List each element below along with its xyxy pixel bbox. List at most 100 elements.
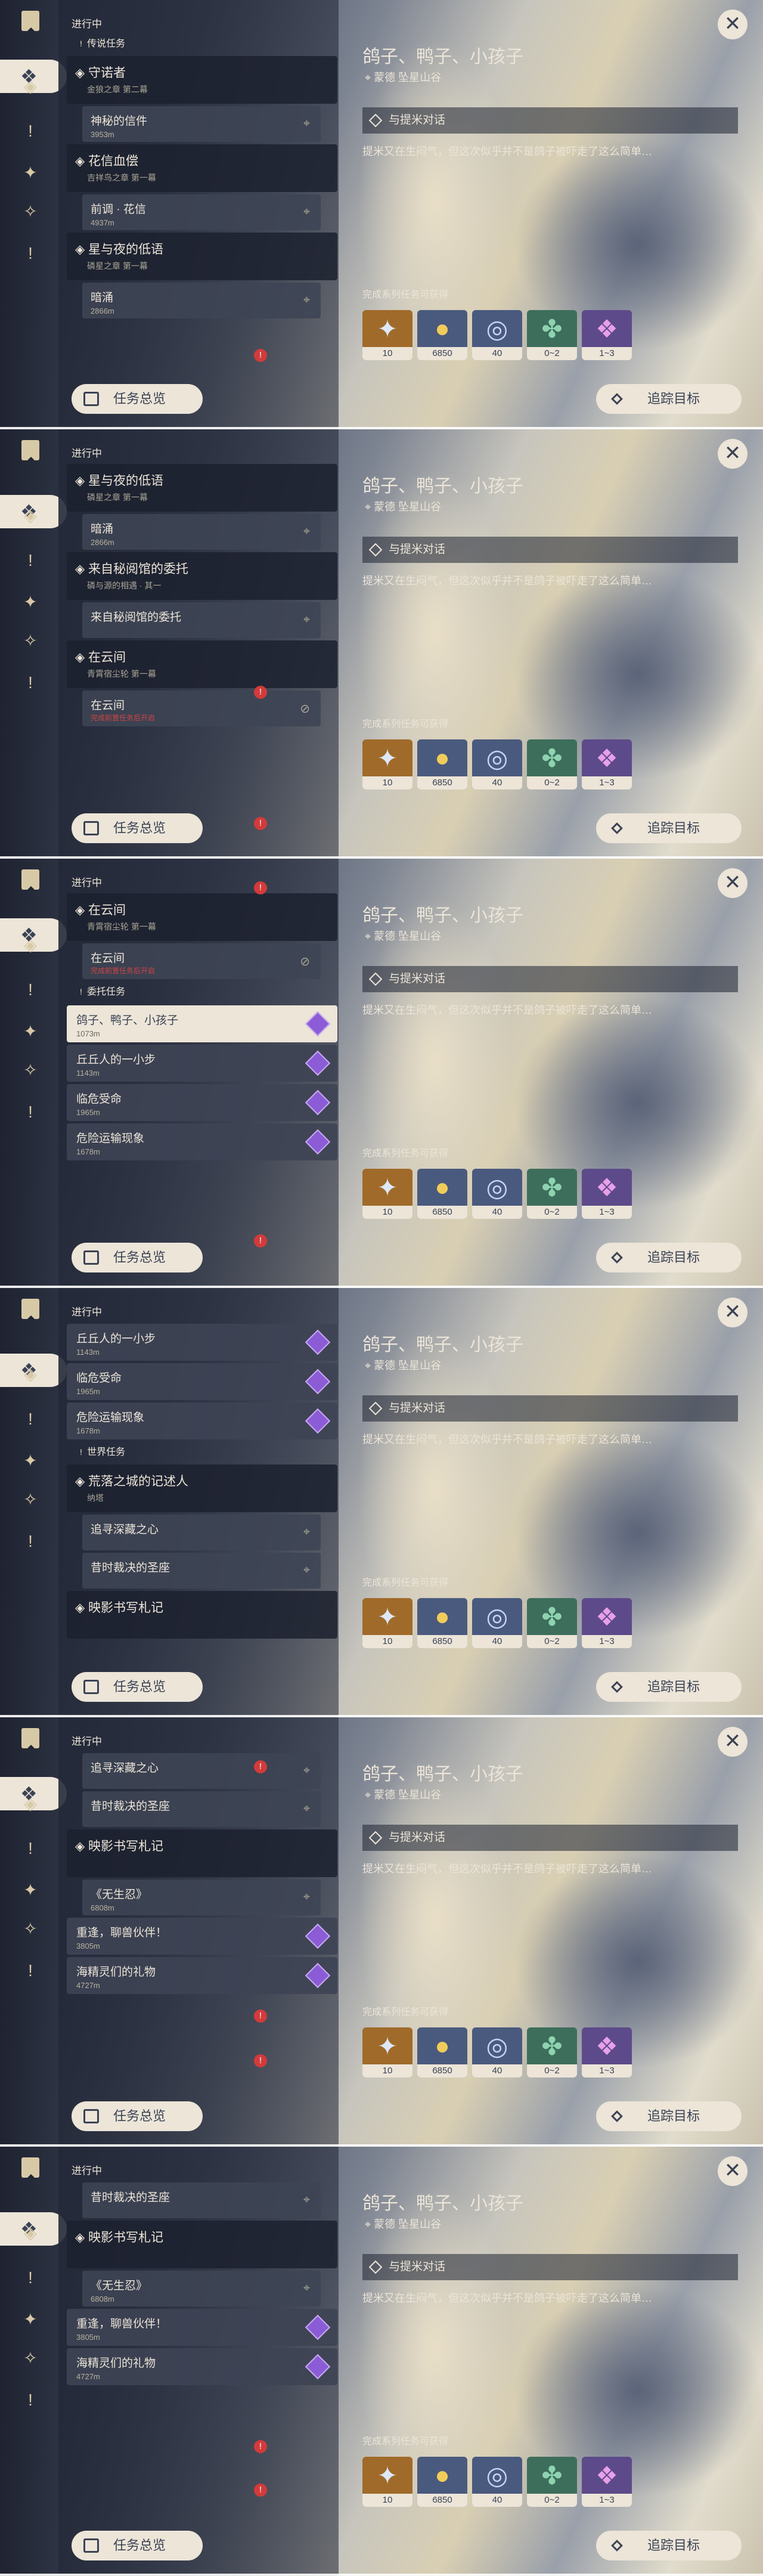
- mora-reward[interactable]: ● 6850: [417, 1169, 467, 1219]
- quest-group[interactable]: ◈ 映影书写札记: [67, 2221, 337, 2268]
- diamond-icon[interactable]: ◈: [21, 1795, 39, 1813]
- star-icon[interactable]: ✧: [21, 203, 39, 221]
- commission-item[interactable]: 海精灵们的礼物 4727m: [67, 1957, 337, 1994]
- commission-item[interactable]: 临危受命 1965m: [67, 1363, 337, 1400]
- quest-step[interactable]: 在云间 完成前置任务后开启 ⊘: [82, 943, 321, 979]
- location-pin-icon[interactable]: ⌖: [303, 1890, 310, 1904]
- location-pin-icon[interactable]: ⌖: [303, 293, 310, 307]
- bang-icon[interactable]: !: [21, 1410, 39, 1428]
- commission-item[interactable]: 临危受命 1965m: [67, 1084, 337, 1121]
- quest-step[interactable]: 昔时裁决的圣座 ⌖: [82, 1553, 321, 1589]
- track-objective-button[interactable]: 追踪目标: [596, 384, 742, 414]
- location-pin-icon[interactable]: ⌖: [303, 1764, 310, 1778]
- quest-step[interactable]: 神秘的信件 3953m ⌖: [82, 106, 321, 142]
- commission-item[interactable]: 重逢，聊兽伙伴！ 3805m: [67, 1918, 337, 1955]
- compass-icon[interactable]: ✦: [21, 1452, 39, 1470]
- quest-overview-button[interactable]: 任务总览: [72, 2101, 203, 2131]
- bang-icon[interactable]: !: [21, 122, 39, 140]
- mora-reward[interactable]: ● 6850: [417, 1598, 467, 1648]
- commission-item[interactable]: 危险运输现象 1678m: [67, 1123, 337, 1160]
- star-icon[interactable]: ✧: [21, 632, 39, 650]
- track-objective-button[interactable]: 追踪目标: [596, 2101, 742, 2131]
- commission-item[interactable]: 海精灵们的礼物 4727m: [67, 2348, 337, 2385]
- quest-group[interactable]: ◈ 星与夜的低语 磷星之章 第一幕: [67, 233, 337, 280]
- mora-reward[interactable]: ● 6850: [417, 739, 467, 789]
- close-button[interactable]: ✕: [718, 439, 748, 469]
- commission-item[interactable]: 丘丘人的一小步 1143m: [67, 1045, 337, 1082]
- track-objective-button[interactable]: 追踪目标: [596, 813, 742, 843]
- quest-step[interactable]: 《无生忍》 6808m ⌖: [82, 1880, 321, 1915]
- adventure-exp-reward[interactable]: ◎ 40: [472, 1169, 522, 1219]
- alert-icon[interactable]: !: [21, 674, 39, 692]
- companionship-exp-reward[interactable]: ✤ 0~2: [527, 2457, 577, 2507]
- alert-icon[interactable]: !: [21, 244, 39, 262]
- adventure-exp-reward[interactable]: ◎ 40: [472, 2457, 522, 2507]
- quest-book-icon[interactable]: [21, 869, 39, 890]
- primogem-reward[interactable]: ✦ 10: [362, 1169, 412, 1219]
- quest-step[interactable]: 昔时裁决的圣座 ⌖: [82, 2182, 321, 2218]
- location-pin-icon[interactable]: ⌖: [303, 1563, 310, 1577]
- companionship-exp-reward[interactable]: ✤ 0~2: [527, 1169, 577, 1219]
- quest-book-icon[interactable]: [21, 11, 39, 31]
- commission-item[interactable]: 鸽子、鸭子、小孩子 1073m: [67, 1005, 337, 1042]
- star-icon[interactable]: ✧: [21, 1920, 39, 1938]
- compass-icon[interactable]: ✦: [21, 1023, 39, 1041]
- quest-overview-button[interactable]: 任务总览: [72, 1243, 203, 1272]
- diamond-icon[interactable]: ◈: [21, 936, 39, 954]
- quest-group[interactable]: ◈ 花信血偿 吉祥鸟之章 第一幕: [67, 144, 337, 192]
- locked-icon[interactable]: ⊘: [300, 701, 310, 716]
- quest-book-icon[interactable]: [21, 440, 39, 460]
- quest-group[interactable]: ◈ 来自秘阅馆的委托 磷与源的相遇 · 其一: [67, 552, 337, 600]
- compass-icon[interactable]: ✦: [21, 164, 39, 182]
- close-button[interactable]: ✕: [718, 868, 748, 898]
- quest-group[interactable]: ◈ 荒落之城的记述人 纳塔: [67, 1465, 337, 1512]
- alert-icon[interactable]: !: [21, 1962, 39, 1980]
- bang-icon[interactable]: !: [21, 981, 39, 999]
- commission-item[interactable]: 重逢，聊兽伙伴！ 3805m: [67, 2309, 337, 2346]
- diamond-icon[interactable]: ◈: [21, 78, 39, 95]
- crystal-ore-reward[interactable]: ❖ 1~3: [582, 2457, 632, 2507]
- companionship-exp-reward[interactable]: ✤ 0~2: [527, 1598, 577, 1648]
- track-objective-button[interactable]: 追踪目标: [596, 1243, 742, 1272]
- quest-book-icon[interactable]: [21, 2157, 39, 2178]
- location-pin-icon[interactable]: ⌖: [303, 117, 310, 131]
- quest-overview-button[interactable]: 任务总览: [72, 813, 203, 843]
- crystal-ore-reward[interactable]: ❖ 1~3: [582, 310, 632, 360]
- compass-icon[interactable]: ✦: [21, 1881, 39, 1899]
- diamond-icon[interactable]: ◈: [21, 1366, 39, 1383]
- quest-book-icon[interactable]: [21, 1728, 39, 1748]
- quest-group[interactable]: ◈ 在云间 青霄宿尘轮 第一幕: [67, 893, 337, 941]
- location-pin-icon[interactable]: ⌖: [303, 2193, 310, 2207]
- close-button[interactable]: ✕: [718, 2156, 748, 2186]
- quest-group[interactable]: ◈ 星与夜的低语 磷星之章 第一幕: [67, 464, 337, 512]
- alert-icon[interactable]: !: [21, 1532, 39, 1550]
- companionship-exp-reward[interactable]: ✤ 0~2: [527, 2027, 577, 2077]
- quest-step[interactable]: 前调 · 花信 4937m ⌖: [82, 194, 321, 230]
- quest-step[interactable]: 追寻深藏之心 ⌖: [82, 1753, 321, 1789]
- quest-step[interactable]: 《无生忍》 6808m ⌖: [82, 2271, 321, 2306]
- quest-overview-button[interactable]: 任务总览: [72, 1672, 203, 1702]
- star-icon[interactable]: ✧: [21, 1491, 39, 1509]
- diamond-icon[interactable]: ◈: [21, 2224, 39, 2242]
- quest-group[interactable]: ◈ 在云间 青霄宿尘轮 第一幕: [67, 640, 337, 688]
- quest-step[interactable]: 暗涌 2866m ⌖: [82, 514, 321, 550]
- mora-reward[interactable]: ● 6850: [417, 310, 467, 360]
- location-pin-icon[interactable]: ⌖: [303, 525, 310, 538]
- quest-overview-button[interactable]: 任务总览: [72, 2531, 203, 2560]
- quest-step[interactable]: 追寻深藏之心 ⌖: [82, 1515, 321, 1550]
- compass-icon[interactable]: ✦: [21, 593, 39, 611]
- crystal-ore-reward[interactable]: ❖ 1~3: [582, 1598, 632, 1648]
- crystal-ore-reward[interactable]: ❖ 1~3: [582, 1169, 632, 1219]
- quest-group[interactable]: ◈ 映影书写札记: [67, 1829, 337, 1877]
- quest-overview-button[interactable]: 任务总览: [72, 384, 203, 414]
- primogem-reward[interactable]: ✦ 10: [362, 2457, 412, 2507]
- location-pin-icon[interactable]: ⌖: [303, 2281, 310, 2295]
- location-pin-icon[interactable]: ⌖: [303, 1802, 310, 1816]
- alert-icon[interactable]: !: [21, 1103, 39, 1121]
- crystal-ore-reward[interactable]: ❖ 1~3: [582, 2027, 632, 2077]
- commission-item[interactable]: 丘丘人的一小步 1143m: [67, 1324, 337, 1361]
- alert-icon[interactable]: !: [21, 2391, 39, 2409]
- mora-reward[interactable]: ● 6850: [417, 2027, 467, 2077]
- companionship-exp-reward[interactable]: ✤ 0~2: [527, 310, 577, 360]
- adventure-exp-reward[interactable]: ◎ 40: [472, 1598, 522, 1648]
